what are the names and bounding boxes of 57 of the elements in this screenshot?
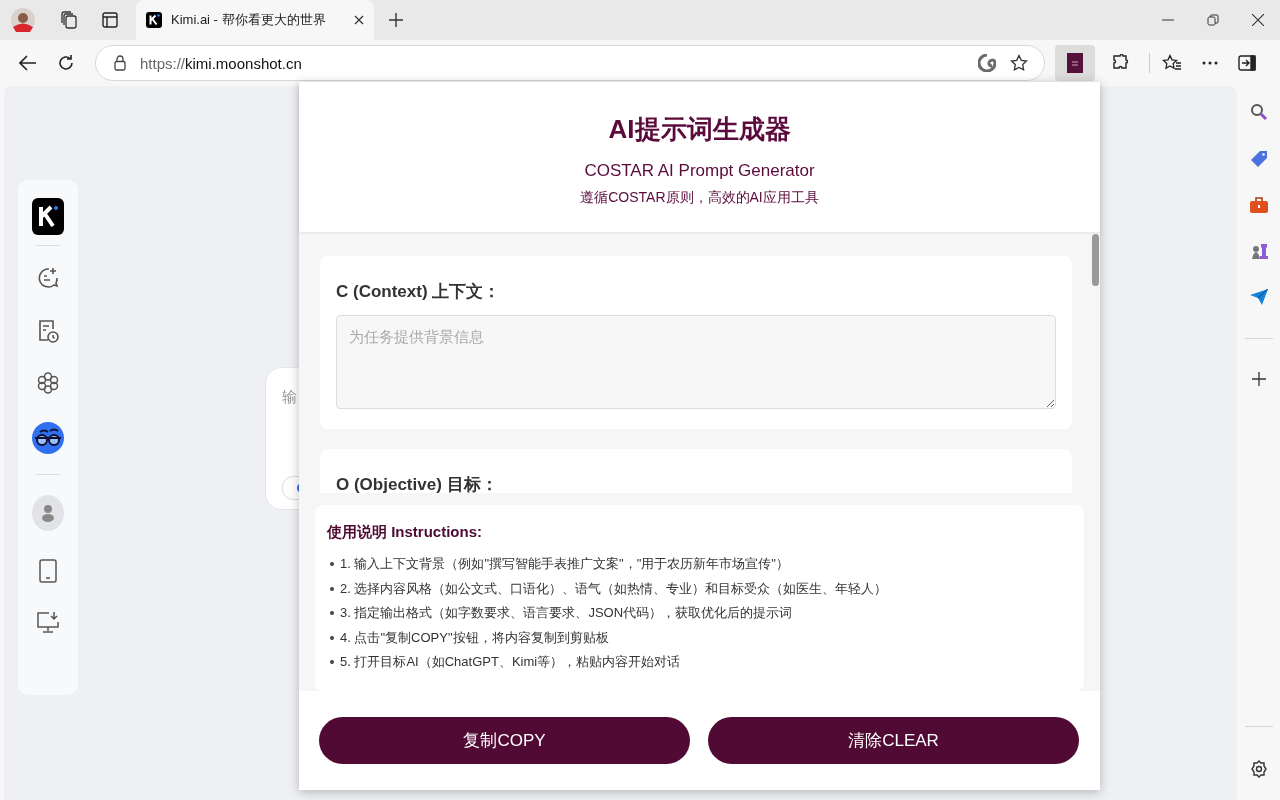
k-logo-icon[interactable] bbox=[32, 198, 64, 235]
user-avatar-icon[interactable] bbox=[32, 495, 64, 531]
back-arrow-icon[interactable] bbox=[19, 55, 37, 71]
bullet-icon bbox=[330, 562, 334, 567]
favorites-icon[interactable] bbox=[1162, 54, 1182, 72]
tag-icon[interactable] bbox=[1249, 150, 1268, 168]
settings-icon[interactable] bbox=[1249, 760, 1268, 778]
tab-actions-icon[interactable] bbox=[102, 12, 118, 28]
new-tab-icon[interactable] bbox=[388, 12, 404, 28]
new-chat-icon[interactable] bbox=[36, 266, 60, 290]
address-bar[interactable]: https://kimi.moonshot.cn bbox=[95, 45, 1045, 81]
monitor-download-icon[interactable] bbox=[37, 611, 59, 633]
refresh-icon[interactable] bbox=[57, 54, 75, 72]
profile-avatar-icon[interactable] bbox=[10, 7, 36, 33]
lock-icon bbox=[114, 55, 126, 71]
browser-tab[interactable]: Kimi.ai - 帮你看更大的世界 bbox=[136, 0, 374, 40]
bullet-icon bbox=[330, 660, 334, 665]
more-icon[interactable] bbox=[1202, 61, 1218, 65]
close-icon[interactable] bbox=[354, 15, 364, 25]
workspaces-icon[interactable] bbox=[60, 11, 78, 29]
puzzle-icon[interactable] bbox=[1111, 54, 1129, 72]
toolbox-icon[interactable] bbox=[1249, 197, 1268, 213]
bullet-icon bbox=[330, 586, 334, 591]
url-text: https://kimi.moonshot.cn bbox=[140, 54, 302, 72]
clear-button[interactable]: 清除CLEAR bbox=[708, 717, 1079, 764]
field-label: O (Objective) 目标： bbox=[336, 474, 499, 493]
chess-pieces-icon[interactable] bbox=[1249, 242, 1268, 260]
close-icon[interactable] bbox=[1252, 14, 1264, 26]
book-icon bbox=[1067, 53, 1083, 73]
field-label: C (Context) 上下文： bbox=[336, 281, 502, 303]
star-icon[interactable] bbox=[1010, 54, 1028, 72]
paper-plane-icon[interactable] bbox=[1249, 289, 1268, 305]
copy-button[interactable]: 复制COPY bbox=[319, 717, 690, 764]
instruction-text: 1. 输入上下文背景（例如"撰写智能手表推广文案"，"用于农历新年市场宣传"） bbox=[340, 555, 789, 574]
search-icon[interactable] bbox=[1249, 103, 1268, 121]
instructions-title: 使用说明 Instructions: bbox=[327, 523, 483, 542]
instruction-text: 4. 点击"复制COPY"按钮，将内容复制到剪贴板 bbox=[340, 628, 609, 647]
text-area[interactable]: 为任务提供背景信息 bbox=[336, 315, 1056, 409]
restore-icon[interactable] bbox=[1207, 14, 1219, 26]
tablet-icon[interactable] bbox=[39, 559, 57, 583]
popup-title: AI提示词生成器 bbox=[608, 113, 791, 146]
instruction-text: 5. 打开目标AI（如ChatGPT、Kimi等），粘贴内容开始对话 bbox=[340, 653, 681, 672]
history-icon[interactable] bbox=[36, 318, 60, 344]
bullet-icon bbox=[330, 635, 334, 640]
scrollbar-thumb[interactable] bbox=[1092, 234, 1099, 286]
glasses-avatar-icon[interactable] bbox=[32, 422, 64, 454]
instruction-text: 3. 指定输出格式（如字数要求、语言要求、JSON代码），获取优化后的提示词 bbox=[340, 604, 793, 623]
k-logo-icon bbox=[146, 12, 162, 28]
extension-button[interactable] bbox=[1055, 45, 1095, 81]
bullet-icon bbox=[330, 611, 334, 616]
flower-icon[interactable] bbox=[37, 372, 59, 394]
popup-subtitle: COSTAR AI Prompt Generator bbox=[584, 161, 815, 181]
instruction-text: 2. 选择内容风格（如公文式、口语化）、语气（如热情、专业）和目标受众（如医生、年轻人） bbox=[340, 579, 888, 598]
input-placeholder: 输 bbox=[282, 388, 297, 407]
popup-tagline: 遵循COSTAR原则，高效的AI应用工具 bbox=[580, 189, 819, 207]
add-icon[interactable] bbox=[1251, 372, 1266, 386]
sidebar-toggle-icon[interactable] bbox=[1238, 55, 1256, 71]
